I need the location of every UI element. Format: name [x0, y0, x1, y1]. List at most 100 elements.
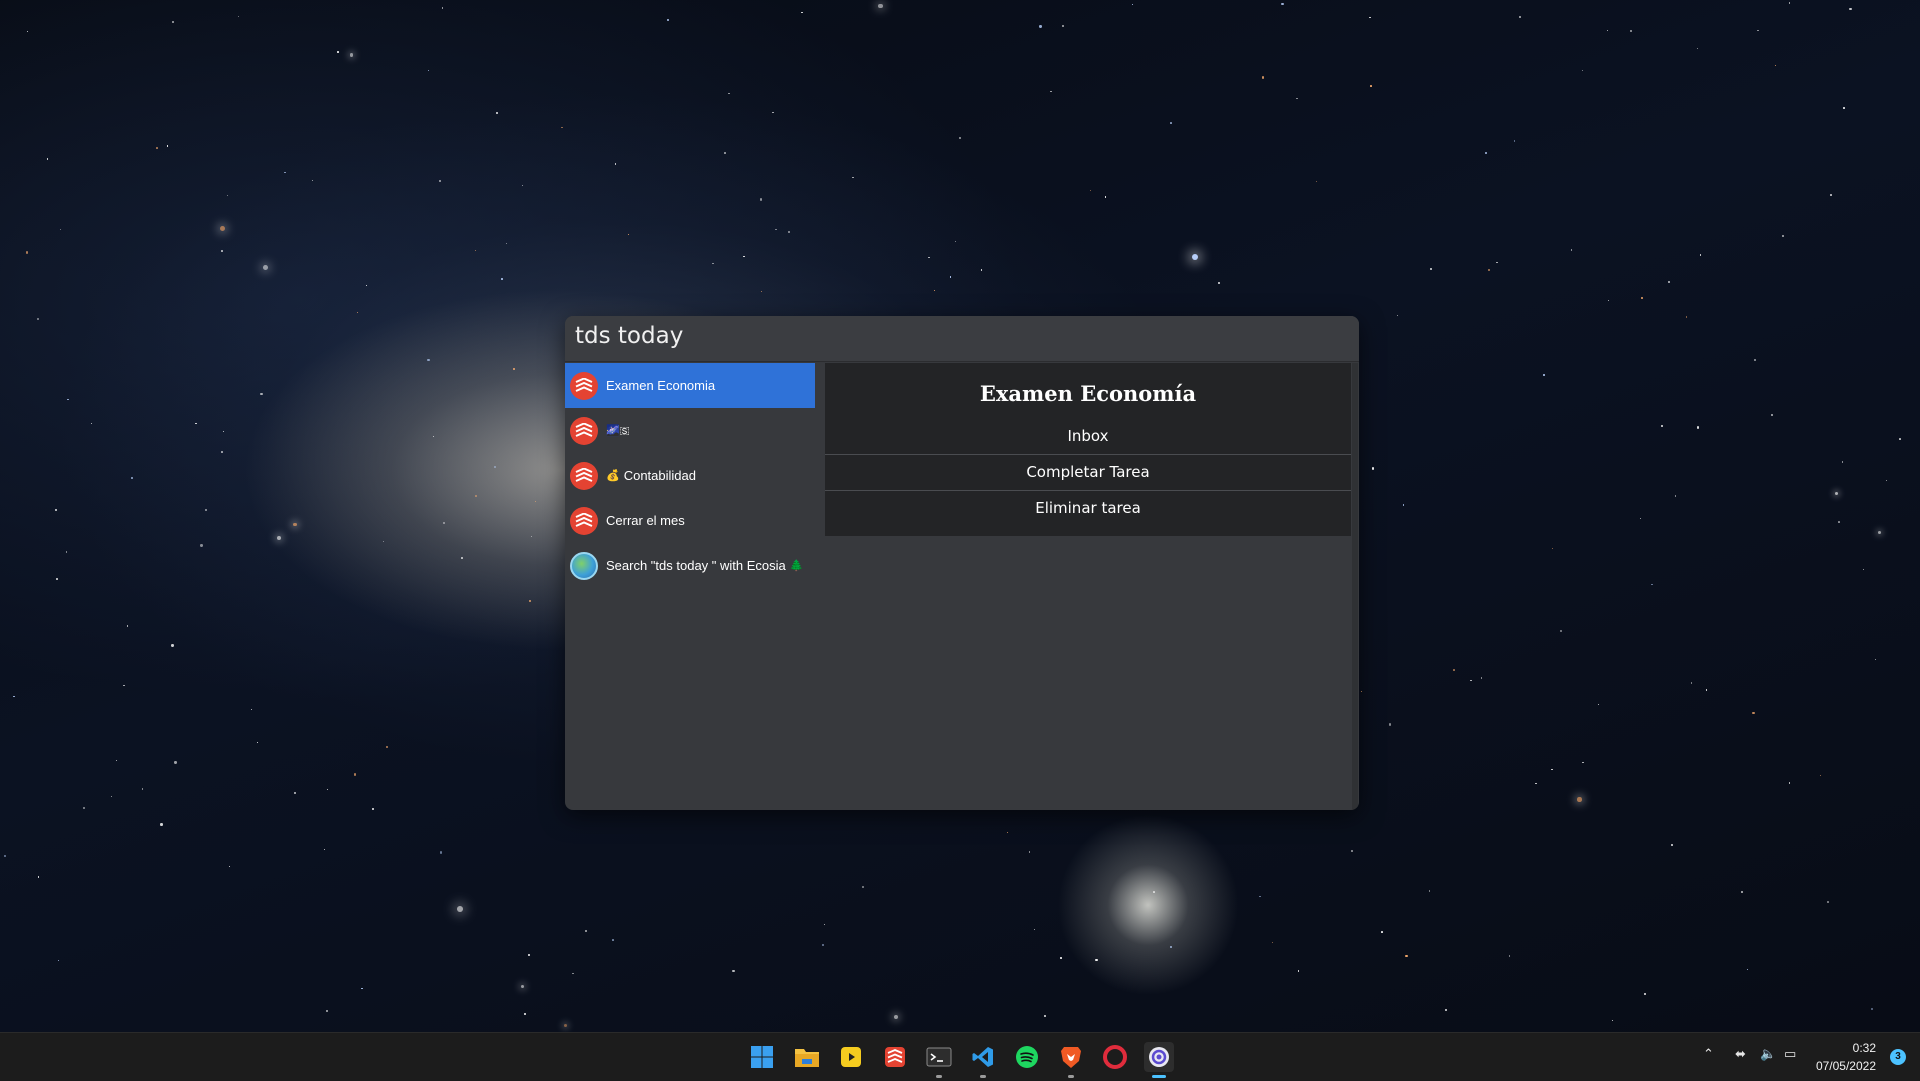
star — [761, 290, 763, 292]
star — [724, 152, 726, 155]
star — [1670, 844, 1674, 847]
star — [171, 21, 175, 24]
result-item-examen-economia[interactable]: Examen Economia — [565, 363, 815, 408]
active-indicator — [1152, 1075, 1166, 1078]
search-bar[interactable]: tds today — [565, 316, 1359, 362]
star — [894, 1015, 899, 1020]
star — [25, 251, 28, 254]
star — [360, 987, 363, 990]
star — [1535, 782, 1537, 785]
star — [36, 317, 40, 320]
star — [65, 551, 68, 554]
delete-task-button[interactable]: Eliminar tarea — [825, 490, 1351, 526]
star — [1429, 890, 1431, 892]
star — [1841, 460, 1844, 463]
star — [1152, 891, 1155, 894]
star — [928, 256, 930, 259]
star — [111, 795, 113, 797]
star — [1871, 1008, 1874, 1011]
spotify-icon[interactable] — [1012, 1042, 1042, 1072]
star — [1781, 234, 1785, 237]
star — [1444, 1009, 1447, 1012]
windows-start-icon[interactable] — [747, 1042, 777, 1072]
star — [1316, 181, 1318, 183]
file-explorer-icon[interactable] — [792, 1042, 822, 1072]
star — [1770, 413, 1774, 416]
star — [1756, 29, 1759, 32]
network-icon[interactable]: ⬌ — [1735, 1047, 1746, 1062]
star — [523, 1013, 527, 1016]
star — [954, 240, 956, 243]
star — [1862, 568, 1864, 570]
star — [1104, 196, 1107, 198]
volume-icon[interactable]: 🔈 — [1760, 1047, 1776, 1062]
sticky-app-icon[interactable] — [836, 1042, 866, 1072]
notification-badge[interactable]: 3 — [1890, 1049, 1906, 1065]
star — [1485, 151, 1488, 154]
brave-icon[interactable] — [1056, 1042, 1086, 1078]
star — [1028, 851, 1030, 853]
star — [327, 789, 329, 791]
star — [520, 984, 525, 989]
detail-scrollbar[interactable] — [1352, 363, 1358, 810]
detail-pane: Examen Economía Inbox Completar Tarea El… — [825, 363, 1351, 810]
terminal-icon[interactable] — [924, 1042, 954, 1078]
star — [1559, 629, 1563, 633]
result-item-cerrar-el-mes[interactable]: Cerrar el mes — [565, 498, 815, 543]
running-indicator — [980, 1075, 986, 1078]
star — [440, 851, 443, 854]
clock-time[interactable]: 0:32 — [1853, 1041, 1876, 1055]
star — [1551, 768, 1553, 771]
star — [1788, 782, 1790, 784]
result-item-emoji-task[interactable]: 🌌🇸 — [565, 408, 815, 453]
star — [1480, 677, 1482, 679]
star — [1402, 504, 1404, 506]
star — [561, 126, 563, 129]
clock-date[interactable]: 07/05/2022 — [1816, 1059, 1876, 1073]
star — [1898, 437, 1901, 440]
taskbar: ⌃ ⬌ 🔈 ▭ 0:32 07/05/2022 3 — [0, 1032, 1920, 1081]
star — [1699, 253, 1702, 256]
star — [1513, 140, 1516, 142]
star — [1788, 2, 1791, 4]
star — [1050, 91, 1052, 93]
star — [1488, 268, 1491, 271]
star — [1519, 16, 1522, 19]
star — [1886, 480, 1888, 482]
star — [505, 242, 508, 245]
star — [1033, 928, 1036, 931]
star — [1746, 968, 1748, 970]
star — [1581, 70, 1583, 72]
star — [1453, 669, 1455, 671]
search-input[interactable]: tds today — [575, 323, 683, 349]
star — [432, 436, 435, 438]
launcher-app-icon[interactable] — [1144, 1042, 1174, 1078]
star — [530, 535, 532, 538]
star — [1259, 895, 1261, 898]
star — [1819, 775, 1822, 777]
result-item-contabilidad[interactable]: 💰 Contabilidad — [565, 453, 815, 498]
star — [1667, 280, 1670, 283]
opera-icon[interactable] — [1100, 1042, 1130, 1072]
star — [822, 943, 825, 946]
star — [743, 255, 745, 258]
star — [1039, 25, 1042, 28]
star — [82, 807, 85, 809]
star — [759, 198, 762, 201]
vscode-icon[interactable] — [968, 1042, 998, 1078]
complete-task-button[interactable]: Completar Tarea — [825, 454, 1351, 490]
star — [1089, 189, 1091, 192]
star — [56, 577, 58, 580]
star — [1509, 955, 1511, 957]
star — [427, 358, 430, 362]
star — [529, 600, 532, 603]
star — [260, 392, 263, 396]
star — [666, 18, 669, 21]
todoist-icon[interactable] — [880, 1042, 910, 1072]
star — [1131, 3, 1134, 5]
result-item-ecosia-search[interactable]: Search "tds today " with Ecosia 🌲 — [565, 543, 815, 588]
chevron-up-icon[interactable]: ⌃ — [1703, 1047, 1714, 1062]
star — [787, 230, 791, 233]
battery-icon[interactable]: ▭ — [1784, 1047, 1796, 1062]
star — [772, 111, 774, 113]
